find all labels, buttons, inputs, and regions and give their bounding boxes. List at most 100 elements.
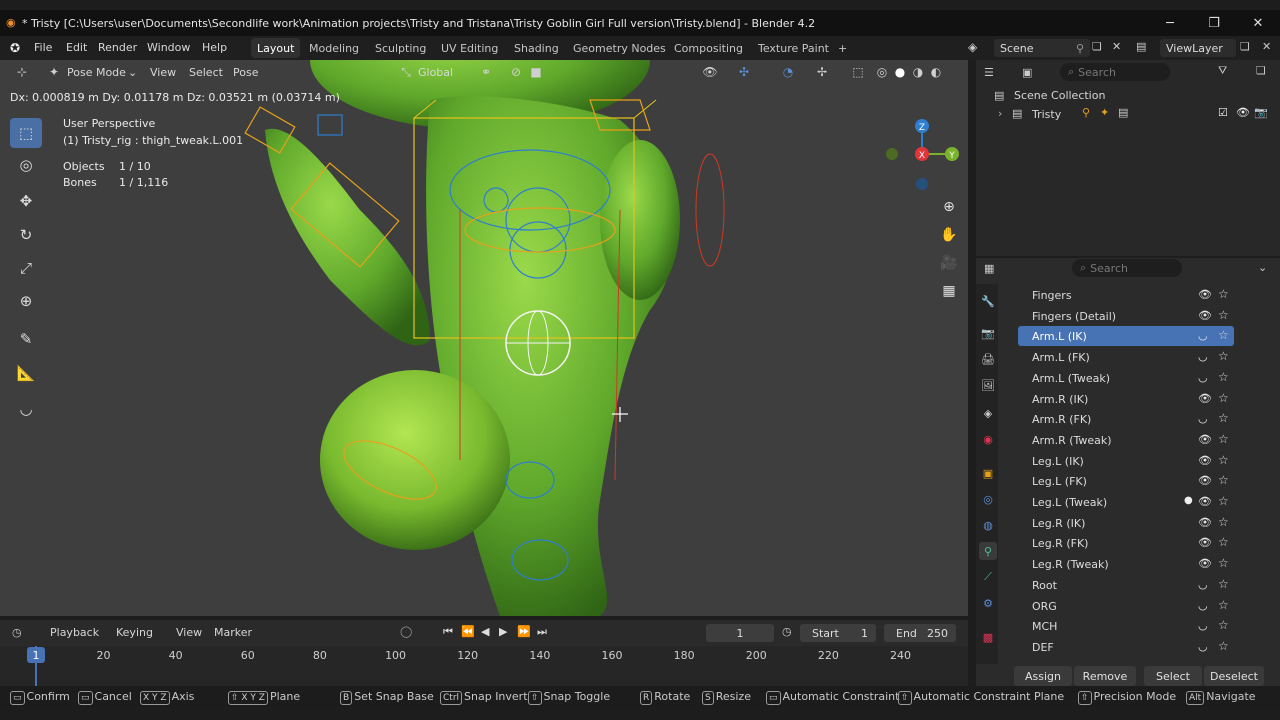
timeline-editor-icon[interactable]: ◷: [12, 626, 22, 639]
xray-icon[interactable]: ⬚: [848, 63, 868, 81]
prev-keyframe-icon[interactable]: ⏪: [461, 625, 475, 638]
move-tool[interactable]: ✥: [10, 186, 42, 216]
view-layer-icon[interactable]: ▤: [1136, 40, 1146, 53]
eye-open-icon[interactable]: 👁: [1198, 557, 1212, 570]
tab-shading[interactable]: Shading: [508, 38, 565, 58]
solo-star-icon[interactable]: ☆: [1218, 411, 1229, 425]
jump-end-icon[interactable]: ⏭: [537, 625, 547, 639]
tab-sculpting[interactable]: Sculpting: [369, 38, 432, 58]
visibility-icon[interactable]: 👁: [700, 63, 720, 81]
start-frame-field[interactable]: Start 1: [800, 624, 876, 642]
camera-view-icon[interactable]: 🎥: [938, 252, 960, 274]
menu-edit[interactable]: Edit: [66, 41, 87, 54]
filter-icon[interactable]: ⛛: [1218, 64, 1227, 78]
tab-modeling[interactable]: Modeling: [303, 38, 365, 58]
solo-star-icon[interactable]: ☆: [1218, 391, 1229, 405]
menu-playback[interactable]: Playback: [50, 626, 99, 639]
bone-overlay-icon[interactable]: ✢: [812, 63, 832, 81]
blender-menu-icon[interactable]: ✪: [10, 41, 20, 55]
output-tab-icon[interactable]: 🖨: [979, 350, 997, 368]
editor-type-icon[interactable]: ⊹: [12, 63, 32, 81]
bone-collection-row[interactable]: Arm.L (FK) ◡ ☆: [1018, 347, 1234, 367]
solo-star-icon[interactable]: ☆: [1218, 349, 1229, 363]
solo-star-icon[interactable]: ☆: [1218, 556, 1229, 570]
rendered-shading-icon[interactable]: ◐: [926, 63, 946, 81]
bone-collection-row[interactable]: Arm.R (IK) 👁 ☆: [1018, 389, 1234, 409]
solo-star-icon[interactable]: ☆: [1218, 432, 1229, 446]
pivot-icon[interactable]: ⚭: [476, 63, 496, 81]
play-reverse-icon[interactable]: ◀: [481, 625, 489, 638]
menu-select[interactable]: Select: [189, 66, 223, 79]
solo-star-icon[interactable]: ☆: [1218, 535, 1229, 549]
solo-star-icon[interactable]: ☆: [1218, 328, 1229, 342]
bone-collection-row[interactable]: Leg.L (IK) 👁 ☆: [1018, 451, 1234, 471]
navigation-gizmo[interactable]: Z X Y: [880, 112, 964, 196]
clock-icon[interactable]: ◷: [782, 625, 792, 638]
overlay-toggle-icon[interactable]: ◔: [778, 63, 798, 81]
render-tab-icon[interactable]: 📷: [979, 324, 997, 342]
eye-open-icon[interactable]: 👁: [1198, 536, 1212, 549]
bone-collection-row[interactable]: Arm.L (IK) ◡ ☆: [1018, 326, 1234, 347]
tab-uv-editing[interactable]: UV Editing: [435, 38, 504, 58]
transform-tool[interactable]: ⊕: [10, 286, 42, 316]
view-layer-selector[interactable]: ViewLayer: [1160, 39, 1236, 57]
select-box-tool[interactable]: ⬚: [10, 118, 42, 148]
outliner-editor-icon[interactable]: ☰: [984, 66, 994, 79]
minimize-button[interactable]: ─: [1150, 10, 1190, 36]
current-frame-field[interactable]: 1: [706, 624, 774, 642]
menu-pose[interactable]: Pose: [233, 66, 258, 79]
tab-texture-paint[interactable]: Texture Paint: [752, 38, 835, 58]
eye-open-icon[interactable]: 👁: [1198, 516, 1212, 529]
bone-collection-row[interactable]: Arm.R (FK) ◡ ☆: [1018, 409, 1234, 429]
solo-star-icon[interactable]: ☆: [1218, 515, 1229, 529]
properties-search[interactable]: ⌕ Search: [1072, 259, 1182, 277]
solo-star-icon[interactable]: ☆: [1218, 639, 1229, 653]
eye-closed-icon[interactable]: ◡: [1198, 599, 1208, 612]
measure-tool[interactable]: 📐: [10, 358, 42, 388]
material-shading-icon[interactable]: ◑: [908, 63, 928, 81]
next-keyframe-icon[interactable]: ⏩: [517, 625, 531, 638]
proportional-icon[interactable]: ■: [526, 63, 546, 81]
delete-scene-icon[interactable]: ✕: [1112, 40, 1121, 53]
close-button[interactable]: ✕: [1238, 10, 1278, 36]
new-collection-icon[interactable]: ❏: [1256, 64, 1266, 77]
add-workspace-button[interactable]: +: [832, 38, 853, 58]
delete-view-layer-icon[interactable]: ✕: [1262, 40, 1271, 53]
eye-open-icon[interactable]: 👁: [1198, 495, 1212, 508]
render-camera-icon[interactable]: 📷: [1254, 106, 1268, 119]
solo-star-icon[interactable]: ☆: [1218, 473, 1229, 487]
bone-collection-row[interactable]: Root ◡ ☆: [1018, 575, 1234, 595]
properties-editor-icon[interactable]: ▦: [984, 262, 994, 275]
bone-collection-row[interactable]: Arm.R (Tweak) 👁 ☆: [1018, 430, 1234, 450]
solo-star-icon[interactable]: ☆: [1218, 598, 1229, 612]
pose-relax-tool[interactable]: ◡: [10, 394, 42, 424]
armature-data-tab-icon[interactable]: ⚲: [979, 542, 997, 560]
solo-star-icon[interactable]: ☆: [1218, 577, 1229, 591]
eye-open-icon[interactable]: 👁: [1198, 474, 1212, 487]
snap-icon[interactable]: ⊘: [506, 63, 526, 81]
modifier-tab-icon[interactable]: ◎: [979, 490, 997, 508]
menu-render[interactable]: Render: [98, 41, 137, 54]
tab-compositing[interactable]: Compositing: [668, 38, 749, 58]
mode-dropdown-chevron-icon[interactable]: ⌄: [128, 66, 137, 79]
hide-eye-icon[interactable]: 👁: [1236, 106, 1250, 119]
select-button[interactable]: Select: [1144, 666, 1202, 686]
eye-closed-icon[interactable]: ◡: [1198, 640, 1208, 653]
eye-open-icon[interactable]: 👁: [1198, 309, 1212, 322]
deselect-button[interactable]: Deselect: [1204, 666, 1264, 686]
tab-geometry-nodes[interactable]: Geometry Nodes: [567, 38, 672, 58]
physics-tab-icon[interactable]: ◍: [979, 516, 997, 534]
menu-window[interactable]: Window: [147, 41, 190, 54]
eye-open-icon[interactable]: 👁: [1198, 288, 1212, 301]
eye-open-icon[interactable]: 👁: [1198, 392, 1212, 405]
bone-constraint-tab-icon[interactable]: ⚙: [979, 594, 997, 612]
solo-star-icon[interactable]: ☆: [1218, 618, 1229, 632]
scene-selector[interactable]: Scene ⚲: [994, 39, 1090, 57]
texture-tab-icon[interactable]: ▩: [979, 628, 997, 646]
remove-button[interactable]: Remove: [1074, 666, 1136, 686]
gizmo-neg-z-axis[interactable]: [916, 178, 928, 190]
eye-closed-icon[interactable]: ◡: [1198, 619, 1208, 632]
maximize-button[interactable]: ❐: [1194, 10, 1234, 36]
scene-tab-icon[interactable]: ◈: [979, 404, 997, 422]
solo-star-icon[interactable]: ☆: [1218, 308, 1229, 322]
